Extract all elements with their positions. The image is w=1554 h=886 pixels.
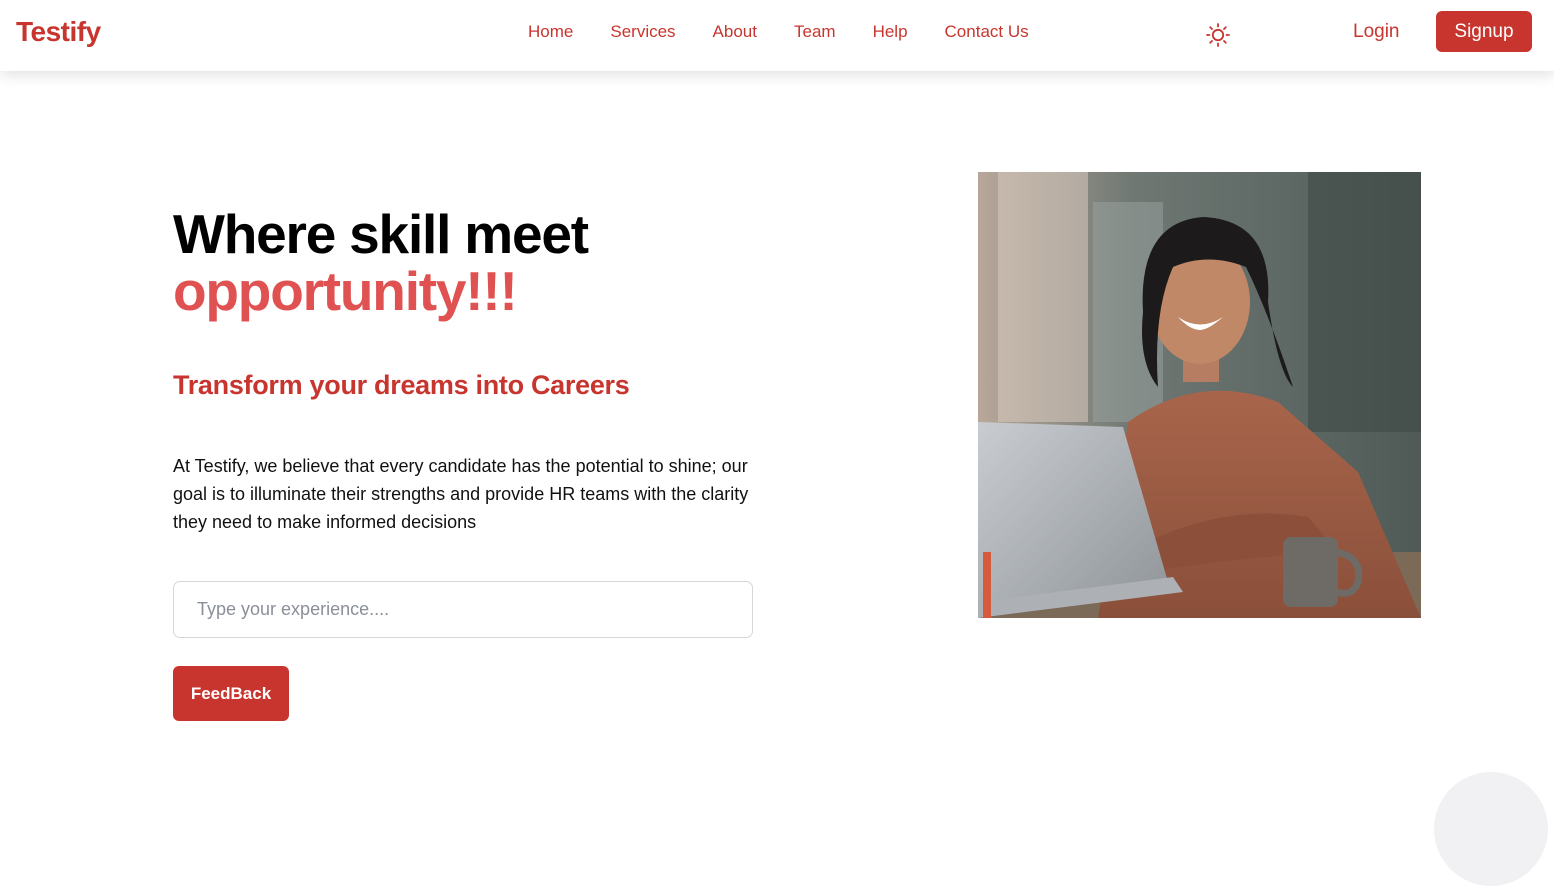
feedback-button[interactable]: FeedBack: [173, 666, 289, 721]
nav-team-link[interactable]: Team: [794, 22, 836, 42]
hero-photo-illustration: [978, 172, 1421, 618]
hero-subtitle: Transform your dreams into Careers: [173, 370, 630, 400]
hero-title: Where skill meet opportunity!!!: [173, 203, 589, 322]
signup-button[interactable]: Signup: [1436, 11, 1532, 52]
sun-icon: [1206, 23, 1230, 47]
nav-services-link[interactable]: Services: [610, 22, 675, 42]
nav-about-link[interactable]: About: [713, 22, 757, 42]
nav-contact-us-link[interactable]: Contact Us: [945, 22, 1029, 42]
chat-bubble-button[interactable]: [1434, 772, 1548, 886]
hero-title-line1: Where skill meet: [173, 203, 589, 265]
main-nav: Home Services About Team Help Contact Us: [528, 22, 1066, 42]
hero-description: At Testify, we believe that every candid…: [173, 456, 749, 532]
hero-photo-woman-at-laptop: [978, 172, 1421, 618]
nav-help-link[interactable]: Help: [873, 22, 908, 42]
nav-home-link[interactable]: Home: [528, 22, 573, 42]
brand-logo-link[interactable]: Testify: [16, 16, 101, 48]
hero-title-accent: opportunity!!!: [173, 260, 518, 322]
experience-input[interactable]: [173, 581, 753, 638]
top-navbar: Testify Home Services About Team Help Co…: [0, 0, 1554, 71]
theme-toggle-button[interactable]: [1204, 21, 1232, 49]
login-link[interactable]: Login: [1353, 21, 1400, 43]
